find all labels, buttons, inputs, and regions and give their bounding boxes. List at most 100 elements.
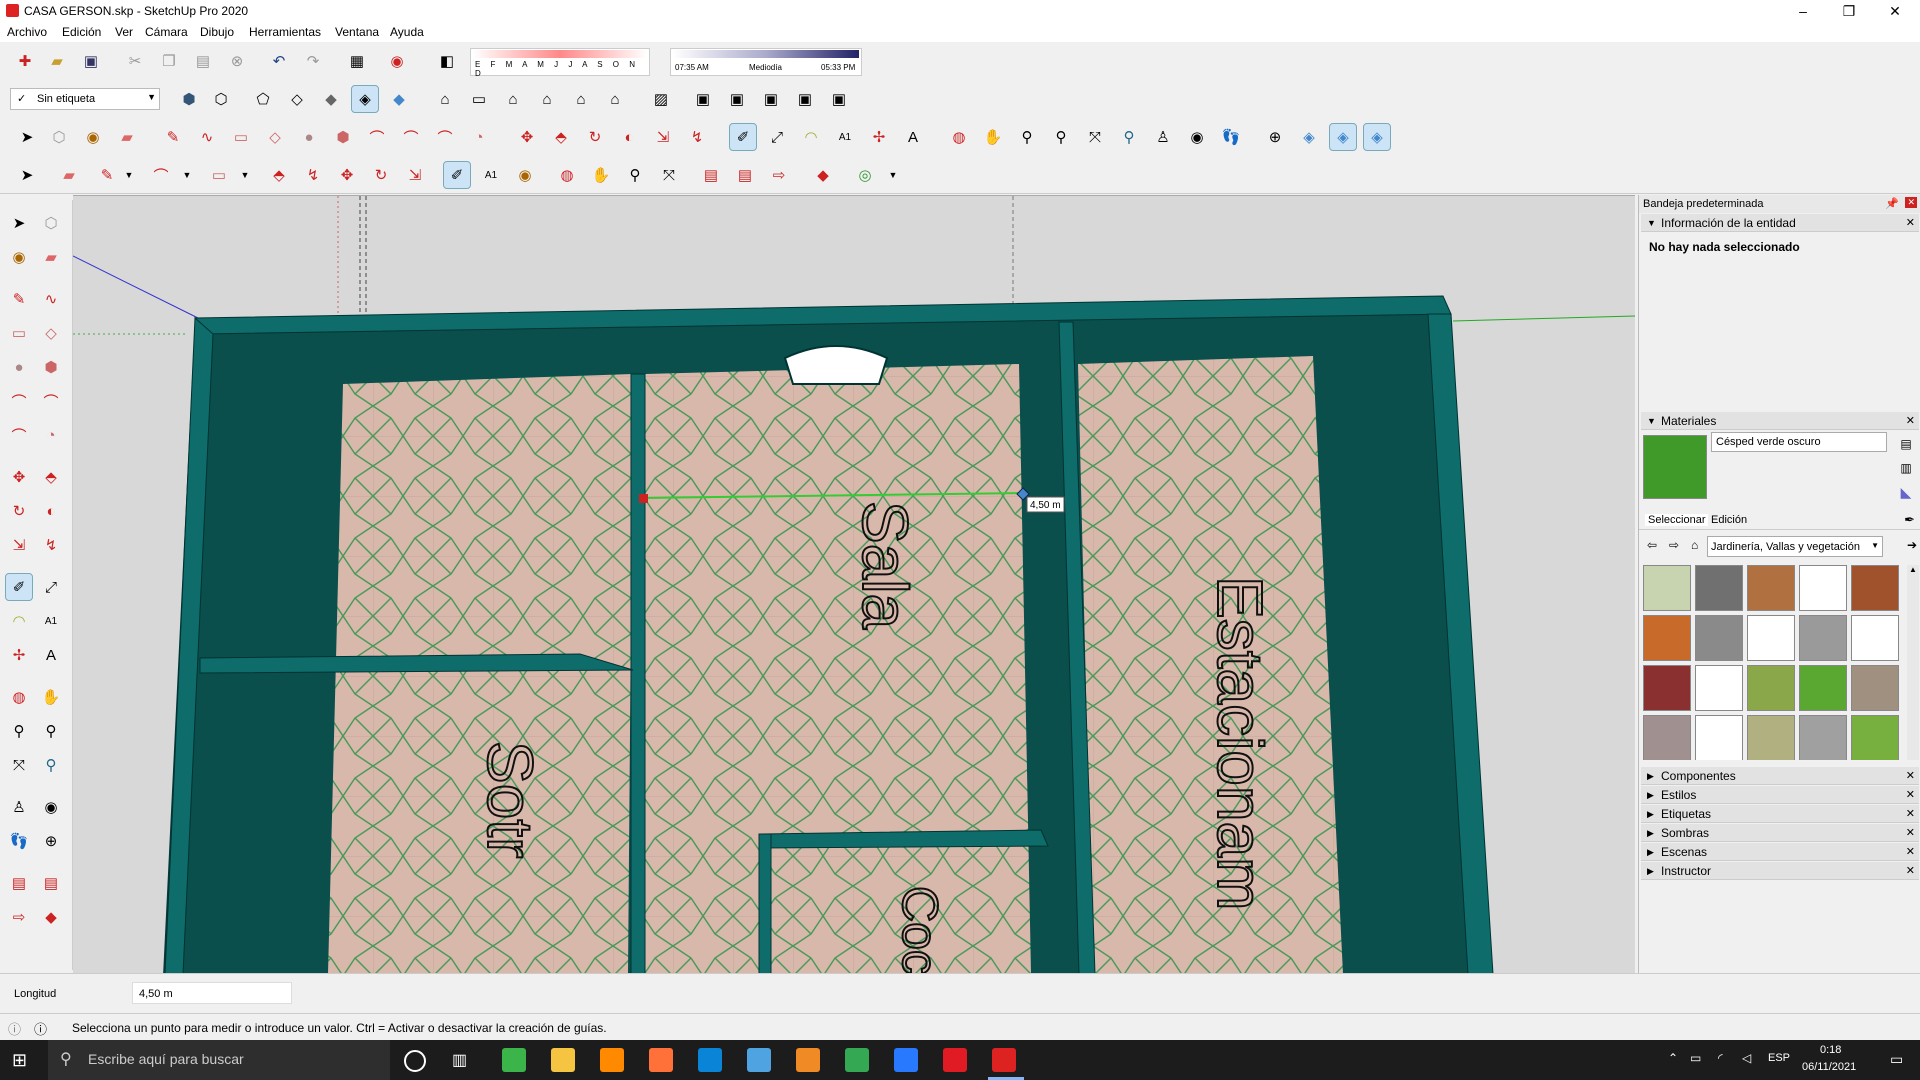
line-pencil-icon[interactable]: ✎	[6, 286, 32, 312]
extension-manager-icon[interactable]: ◆	[810, 162, 836, 188]
new-file-icon[interactable]: ✚	[12, 48, 38, 74]
taskbar-app-icon[interactable]	[796, 1048, 820, 1072]
panel-componentes[interactable]: ▶ Componentes ✕	[1641, 767, 1919, 785]
text-icon[interactable]: A1	[38, 608, 64, 634]
minimize-button[interactable]: –	[1780, 0, 1826, 22]
chevron-down-icon[interactable]: ▼	[174, 162, 200, 188]
material-swatch[interactable]	[1747, 665, 1795, 711]
section-plane-icon[interactable]: ▨	[648, 86, 674, 112]
solid-subtract-icon[interactable]: ▣	[724, 86, 750, 112]
notifications-icon[interactable]: ▭	[1890, 1051, 1903, 1068]
eraser-icon[interactable]: ▰	[56, 162, 82, 188]
circle-icon[interactable]: ●	[6, 354, 32, 380]
scale-icon[interactable]: ⇲	[6, 532, 32, 558]
offset-icon[interactable]: ↯	[684, 124, 710, 150]
text-icon[interactable]: A1	[832, 124, 858, 150]
walk-icon[interactable]: 👣	[6, 828, 32, 854]
model-info-icon[interactable]: ◉	[384, 48, 410, 74]
axes-icon[interactable]: ✢	[6, 642, 32, 668]
push-pull-icon[interactable]: ⬘	[548, 124, 574, 150]
follow-me-icon[interactable]: ◐	[38, 498, 64, 524]
pie-icon[interactable]: ◔	[466, 124, 492, 150]
materials-stack-icon[interactable]: ▥	[1893, 455, 1919, 481]
redo-icon[interactable]: ↷	[300, 48, 326, 74]
zoom-extents-icon[interactable]: ⤧	[656, 162, 682, 188]
measurements-input[interactable]: 4,50 m	[132, 982, 292, 1004]
close-icon[interactable]: ✕	[1906, 412, 1915, 430]
extension-warehouse-icon[interactable]: ▤	[732, 162, 758, 188]
material-swatch[interactable]	[1799, 615, 1847, 661]
panel-etiquetas[interactable]: ▶ Etiquetas ✕	[1641, 805, 1919, 823]
section-fill-icon[interactable]: ◈	[1329, 123, 1357, 151]
front-view-icon[interactable]: ⌂	[500, 86, 526, 112]
close-icon[interactable]: ✕	[1905, 197, 1917, 208]
rotate-icon[interactable]: ↻	[368, 162, 394, 188]
three-point-arc-icon[interactable]: ⌒	[432, 124, 458, 150]
material-swatch[interactable]	[1851, 565, 1899, 611]
material-swatch[interactable]	[1799, 715, 1847, 760]
material-name-field[interactable]: Césped verde oscuro	[1711, 432, 1887, 452]
panel-sombras[interactable]: ▶ Sombras ✕	[1641, 824, 1919, 842]
circle-icon[interactable]: ●	[296, 124, 322, 150]
menu-ver[interactable]: Ver	[115, 25, 133, 39]
orbit-icon[interactable]: ◍	[554, 162, 580, 188]
orbit-icon[interactable]: ◍	[946, 124, 972, 150]
menu-archivo[interactable]: Archivo	[7, 25, 47, 39]
arc-icon[interactable]: ⌒	[6, 388, 32, 414]
make-component-icon[interactable]: ⬡	[38, 210, 64, 236]
pan-icon[interactable]: ✋	[38, 684, 64, 710]
forward-arrow-icon[interactable]: ⇨	[1669, 538, 1679, 552]
rectangle-icon[interactable]: ▭	[228, 124, 254, 150]
send-to-layout-icon[interactable]: ⇨	[6, 904, 32, 930]
walk-icon[interactable]: 👣	[1218, 124, 1244, 150]
material-swatch[interactable]	[1799, 565, 1847, 611]
wifi-icon[interactable]: ◜	[1718, 1051, 1723, 1065]
cortana-icon[interactable]	[404, 1050, 426, 1072]
3d-text-icon[interactable]: A	[38, 642, 64, 668]
protractor-icon[interactable]: ◠	[798, 124, 824, 150]
axes-icon[interactable]: ✢	[866, 124, 892, 150]
default-material-icon[interactable]: ◣	[1893, 479, 1919, 505]
eraser-icon[interactable]: ▰	[114, 124, 140, 150]
tab-seleccionar[interactable]: Seleccionar	[1645, 514, 1709, 526]
open-folder-icon[interactable]: ▰	[44, 48, 70, 74]
two-point-arc-icon[interactable]: ⌒	[398, 124, 424, 150]
select-arrow-icon[interactable]: ➤	[6, 210, 32, 236]
material-library-select[interactable]: Jardinería, Vallas y vegetación ▼	[1707, 536, 1883, 557]
tray-chevron-icon[interactable]: ⌃	[1668, 1051, 1678, 1065]
zoom-extents-icon[interactable]: ⤧	[1082, 124, 1108, 150]
eraser-icon[interactable]: ▰	[38, 244, 64, 270]
tag-select[interactable]: ✓ Sin etiqueta ▼	[10, 88, 160, 110]
windows-start-icon[interactable]: ⊞	[12, 1050, 32, 1070]
zoom-extents-icon[interactable]: ⤧	[6, 752, 32, 778]
3d-warehouse-icon[interactable]: ▤	[6, 870, 32, 896]
material-swatch[interactable]	[1747, 615, 1795, 661]
paint-bucket-icon[interactable]: ◉	[80, 124, 106, 150]
taskbar-app-icon[interactable]	[992, 1048, 1016, 1072]
solid-split-icon[interactable]: ▣	[826, 86, 852, 112]
account-icon[interactable]: ◎	[852, 162, 878, 188]
rectangle-icon[interactable]: ▭	[6, 320, 32, 346]
rotate-icon[interactable]: ↻	[6, 498, 32, 524]
delete-icon[interactable]: ⊗	[224, 48, 250, 74]
eyedropper-icon[interactable]: ✒	[1904, 512, 1915, 528]
push-pull-icon[interactable]: ⬘	[38, 464, 64, 490]
close-icon[interactable]: ✕	[1906, 824, 1915, 842]
section-display-icon[interactable]: ⊕	[1262, 124, 1288, 150]
polygon-icon[interactable]: ⬢	[330, 124, 356, 150]
move-icon[interactable]: ✥	[334, 162, 360, 188]
undo-icon[interactable]: ↶	[266, 48, 292, 74]
extension-warehouse-icon[interactable]: ▤	[38, 870, 64, 896]
tape-measure-icon[interactable]: ✐	[443, 161, 471, 189]
details-arrow-icon[interactable]: ➔	[1907, 538, 1917, 552]
move-icon[interactable]: ✥	[514, 124, 540, 150]
geo-location-icon[interactable]: ⓘ	[8, 1019, 21, 1038]
menu-camara[interactable]: Cámara	[145, 25, 188, 39]
taskbar-app-icon[interactable]	[698, 1048, 722, 1072]
3d-text-icon[interactable]: A	[900, 124, 926, 150]
taskbar-app-icon[interactable]	[894, 1048, 918, 1072]
taskbar-app-icon[interactable]	[502, 1048, 526, 1072]
shadow-month-slider[interactable]: E F M A M J J A S O N D	[470, 48, 650, 78]
material-swatch[interactable]	[1851, 615, 1899, 661]
task-view-icon[interactable]: ▥	[452, 1050, 467, 1070]
